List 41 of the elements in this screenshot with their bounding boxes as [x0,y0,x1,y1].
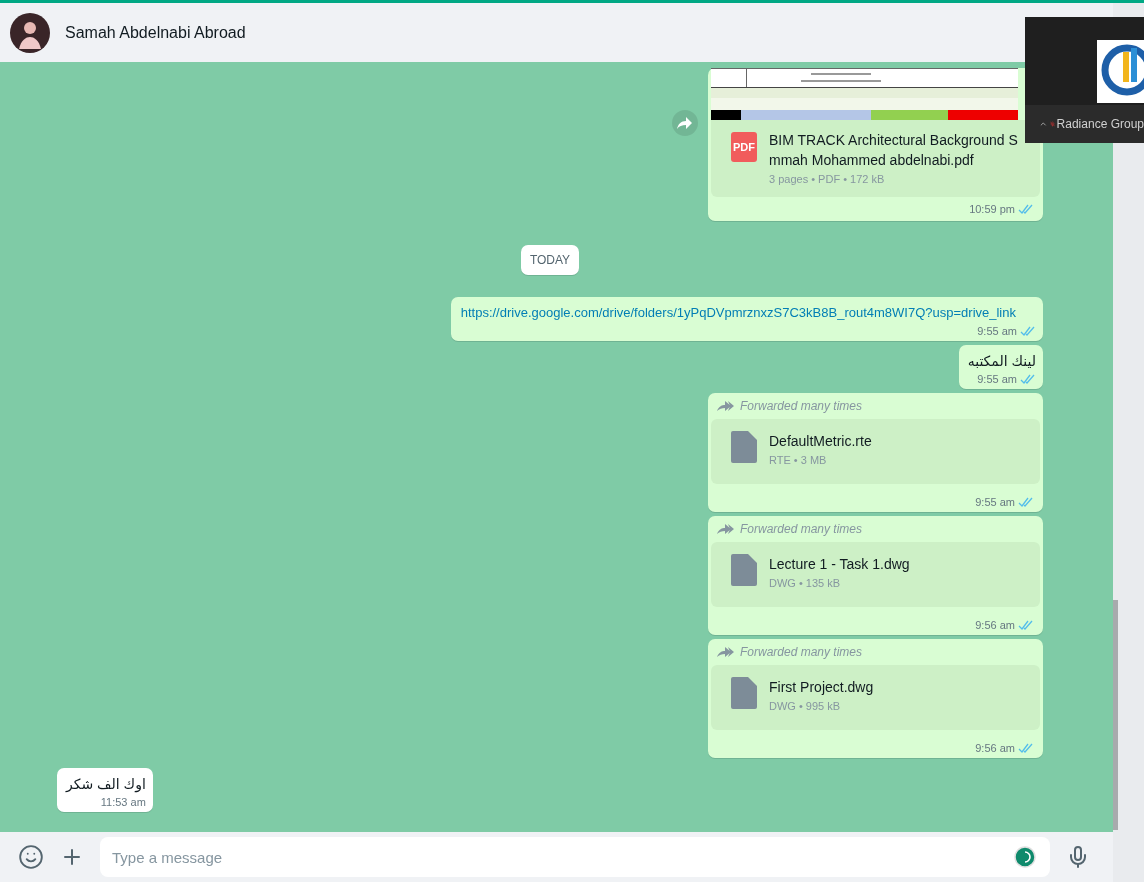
message-text: لينك المكتبه [967,352,1036,371]
file-meta: RTE • 3 MB [769,454,828,466]
message-time: 9:56 am [975,742,1015,754]
message-time: 9:55 am [977,373,1017,385]
logo-icon [1097,40,1144,103]
file-meta: DWG • 995 kB [769,700,842,712]
file-meta: 3 pages • PDF • 172 kB [769,173,886,185]
drive-link[interactable]: https://drive.google.com/drive/folders/1yPqDVpmrznxzS7C3kB8B_rout4m8WI7Q?usp=drive_link [460,303,1036,323]
message-time: 9:56 am [975,619,1015,631]
message-time: 11:53 am [100,796,146,808]
message-input[interactable]: Type a message [100,837,1050,877]
message-time: 9:55 am [977,325,1017,337]
file-meta: DWG • 135 kB [769,577,842,589]
file-card[interactable]: DefaultMetric.rte RTE • 3 MB [711,419,1040,484]
document-icon [731,554,757,586]
contact-name: Samah Abdelnabi Abroad [65,23,246,42]
file-card[interactable]: First Project.dwg DWG • 995 kB [711,665,1040,730]
file-name[interactable]: BIM TRACK Architectural Background S mmah Mohammed abdelnabi.pdf [769,130,1020,170]
loading-icon [1014,846,1036,868]
message-time: 9:55 am [975,496,1015,508]
pdf-icon: PDF [731,132,757,162]
forwarded-label: Forwarded many times [740,399,863,413]
file-name: DefaultMetric.rte [769,432,872,451]
date-chip: TODAY [520,245,580,275]
document-icon [731,677,757,709]
message-text: اوك الف شكر [66,775,146,794]
participant-name: Radiance Group [1056,117,1144,131]
muted-mic-icon [1049,118,1055,130]
forwarded-icon [717,646,735,658]
avatar[interactable] [10,12,50,53]
scrollbar-thumb[interactable] [1113,600,1118,830]
file-card[interactable]: Lecture 1 - Task 1.dwg DWG • 135 kB [711,542,1040,607]
forwarded-icon [717,523,735,535]
document-icon [731,431,757,463]
file-name: Lecture 1 - Task 1.dwg [769,555,910,574]
emoji-icon[interactable] [18,844,44,870]
file-name: First Project.dwg [769,678,874,697]
forwarded-label: Forwarded many times [740,522,863,536]
forwarded-icon [717,400,735,412]
forwarded-label: Forwarded many times [740,645,863,659]
message-time: 10:59 pm [969,203,1015,215]
